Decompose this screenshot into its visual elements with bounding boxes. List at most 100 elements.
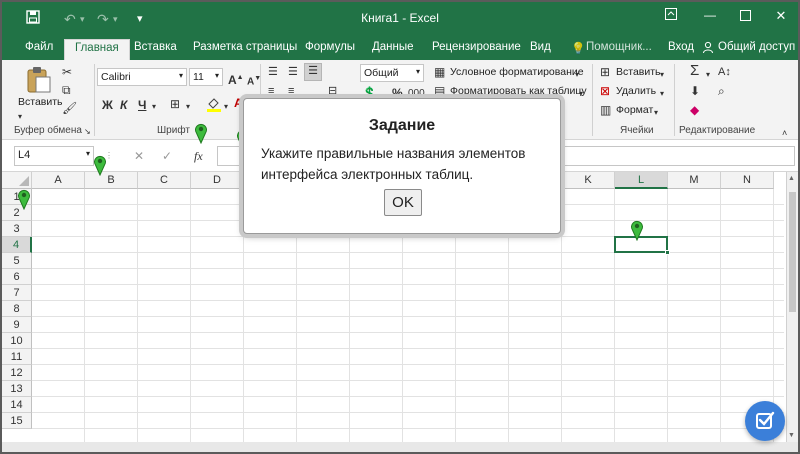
clear-icon[interactable]: ◆ [690,103,699,117]
row-header-4[interactable]: 4 [2,237,32,253]
find-select-icon[interactable]: ⌕ [718,84,725,98]
insert-cells-dropdown-icon[interactable]: ▾ [660,68,664,82]
row-header-3[interactable]: 3 [2,221,32,237]
pin-icon[interactable] [630,219,644,242]
row-header-12[interactable]: 12 [2,365,32,381]
minimize-button[interactable]: — [697,8,723,22]
row-header-10[interactable]: 10 [2,333,32,349]
vertical-scrollbar[interactable]: ▲ ▼ [786,172,798,442]
scroll-up-icon[interactable]: ▲ [788,175,795,182]
format-as-table-button[interactable]: Форматировать как таблицу [450,85,587,97]
fill-color-icon[interactable] [206,96,222,115]
delete-cells-button[interactable]: Удалить [616,85,656,97]
column-header-d[interactable]: D [191,172,244,189]
group-separator [674,64,675,136]
column-header-a[interactable]: A [32,172,85,189]
paste-icon[interactable] [26,66,52,97]
ok-button[interactable]: OK [384,189,422,216]
align-left-icon[interactable]: ≡ [268,84,274,98]
name-box[interactable]: L4 ▾ [14,146,94,166]
format-as-table-dropdown-icon[interactable]: ▾ [579,87,583,101]
pin-icon[interactable] [93,154,107,177]
row-header-11[interactable]: 11 [2,349,32,365]
bold-button[interactable]: Ж [102,98,113,112]
tab-home[interactable]: Главная [64,39,130,60]
scroll-down-icon[interactable]: ▼ [788,432,795,439]
row-header-15[interactable]: 15 [2,413,32,429]
font-color-icon[interactable]: A [234,96,243,110]
column-header-k[interactable]: K [562,172,615,189]
italic-button[interactable]: К [120,98,127,112]
merge-icon[interactable]: ⊟ [328,84,337,98]
paste-dropdown-icon[interactable]: ▾ [18,110,22,124]
ribbon-display-icon[interactable] [658,8,684,23]
close-button[interactable]: ✕ [768,8,794,24]
collapse-ribbon-icon[interactable]: ˄ [782,126,787,140]
tab-page-layout[interactable]: Разметка страницы [193,41,297,53]
select-all-corner[interactable] [2,172,32,189]
tab-insert[interactable]: Вставка [134,41,177,53]
tell-me-input[interactable]: Помощник... [586,41,652,53]
number-format-box[interactable]: Общий ▾ [360,64,424,82]
increase-font-icon[interactable]: A▲ [228,71,244,87]
font-size-box[interactable]: 11 ▾ [189,68,223,86]
insert-cells-button[interactable]: Вставить [616,66,661,78]
row-header-13[interactable]: 13 [2,381,32,397]
font-name-box[interactable]: Calibri ▾ [97,68,187,86]
row-header-9[interactable]: 9 [2,317,32,333]
column-header-l[interactable]: L [615,172,668,189]
borders-icon[interactable]: ⊞ [170,97,180,111]
format-cells-dropdown-icon[interactable]: ▾ [654,106,658,120]
column-header-m[interactable]: M [668,172,721,189]
align-center-icon[interactable]: ≡ [288,84,294,98]
fill-color-dropdown-icon[interactable]: ▾ [224,100,228,114]
align-bottom-icon[interactable]: ☰ [304,63,322,81]
format-cells-button[interactable]: Формат [616,104,653,116]
cancel-entry-icon[interactable]: ✕ [134,149,144,163]
conditional-format-dropdown-icon[interactable]: ▾ [575,68,579,82]
row-header-6[interactable]: 6 [2,269,32,285]
copy-icon[interactable]: ⧉ [62,83,71,97]
column-header-c[interactable]: C [138,172,191,189]
fill-icon[interactable]: ⬇ [690,84,700,98]
delete-cells-dropdown-icon[interactable]: ▾ [660,87,664,101]
format-cells-icon[interactable]: ▥ [600,103,611,117]
borders-dropdown-icon[interactable]: ▾ [186,100,190,114]
underline-button[interactable]: Ч [138,98,146,112]
insert-function-icon[interactable]: fx [194,149,203,163]
tab-file[interactable]: Файл [25,41,53,53]
sort-filter-icon[interactable]: A↕ [718,65,731,79]
cut-icon[interactable]: ✂ [62,65,72,79]
row-header-8[interactable]: 8 [2,301,32,317]
align-top-icon[interactable]: ☰ [268,65,278,79]
row-header-7[interactable]: 7 [2,285,32,301]
row-header-5[interactable]: 5 [2,253,32,269]
tab-review[interactable]: Рецензирование [432,41,521,53]
enter-entry-icon[interactable]: ✓ [162,149,172,163]
autosum-icon[interactable]: Σ [690,63,699,78]
format-as-table-icon[interactable]: ▤ [434,84,445,98]
check-answer-button[interactable] [745,401,785,441]
pin-icon[interactable] [194,122,208,145]
paste-label[interactable]: Вставить [18,96,63,108]
conditional-format-icon[interactable]: ▦ [434,65,445,79]
pin-icon[interactable] [17,188,31,211]
scroll-thumb[interactable] [789,192,796,312]
tab-view[interactable]: Вид [530,41,551,53]
fill-handle[interactable] [665,250,670,255]
sign-in-link[interactable]: Вход [668,41,694,53]
row-header-14[interactable]: 14 [2,397,32,413]
conditional-format-button[interactable]: Условное форматирование [450,66,584,78]
tab-data[interactable]: Данные [372,41,414,53]
tab-formulas[interactable]: Формулы [305,41,355,53]
clipboard-launcher-icon[interactable]: ↘ [84,125,91,139]
format-painter-icon[interactable]: 🖌 [62,101,77,115]
column-header-n[interactable]: N [721,172,774,189]
autosum-dropdown-icon[interactable]: ▾ [706,68,710,82]
align-middle-icon[interactable]: ☰ [288,65,298,79]
delete-cells-icon[interactable]: ⊠ [600,84,610,98]
underline-dropdown-icon[interactable]: ▾ [152,100,156,114]
share-button[interactable]: Общий доступ [718,41,795,53]
maximize-button[interactable] [732,8,758,24]
insert-cells-icon[interactable]: ⊞ [600,65,610,79]
